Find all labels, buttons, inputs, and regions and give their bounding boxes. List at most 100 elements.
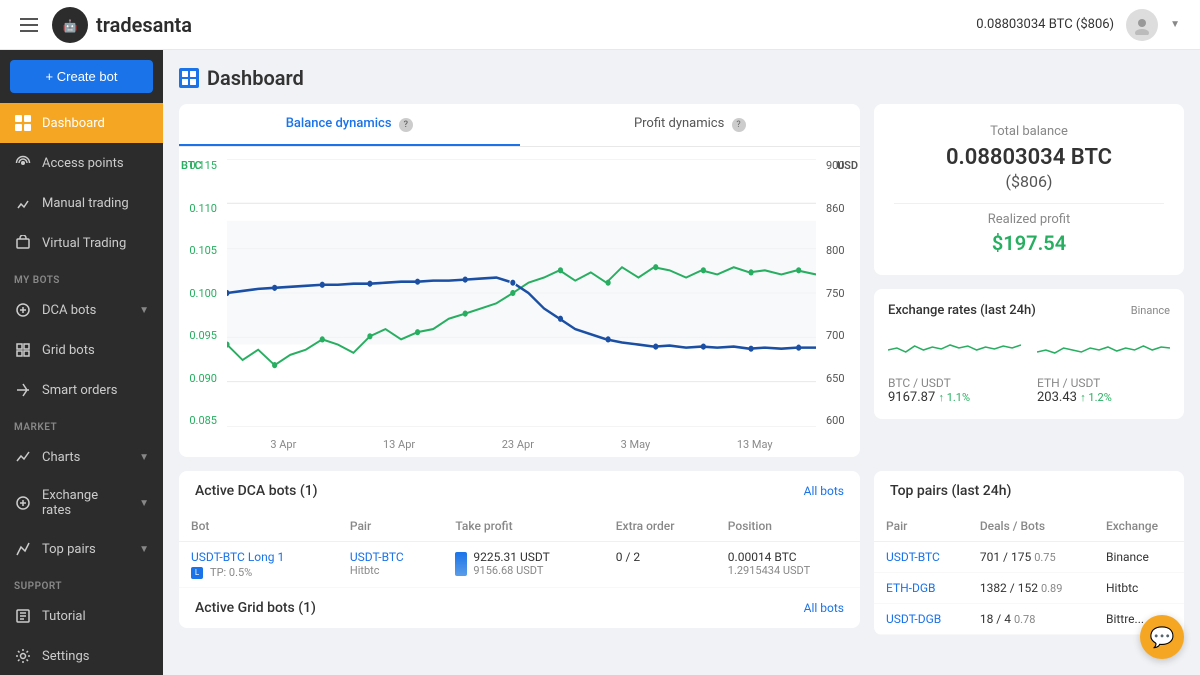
chat-bubble-button[interactable]: 💬: [1140, 615, 1184, 659]
top-pairs-title: Top pairs (last 24h): [890, 483, 1011, 499]
col-extra-order: Extra order: [604, 511, 716, 542]
active-dca-section: Active DCA bots (1) All bots Bot Pair Ta…: [179, 471, 860, 635]
realized-profit-label: Realized profit: [894, 212, 1164, 227]
dashboard-icon: [14, 114, 32, 132]
layout: + Create bot Dashboard Access points Man…: [0, 50, 1200, 675]
btc-usdt-label: BTC / USDT: [888, 376, 1021, 390]
sidebar-item-charts[interactable]: Charts ▼: [0, 437, 163, 477]
sidebar-item-access-points[interactable]: Access points: [0, 143, 163, 183]
logo-text: tradesanta: [96, 13, 192, 37]
tp-exchange-1: Binance: [1094, 542, 1184, 573]
logo: 🤖 tradesanta: [52, 7, 192, 43]
right-panel: Total balance 0.08803034 BTC ($806) Real…: [874, 104, 1184, 457]
active-dca-title: Active DCA bots (1): [195, 483, 318, 499]
top-pairs-section: Top pairs (last 24h) Pair Deals / Bots E…: [874, 471, 1184, 635]
bot-name-link[interactable]: USDT-BTC Long 1: [191, 550, 326, 564]
exchange-pairs: BTC / USDT 9167.87 ↑ 1.1% ETH / USDT: [888, 328, 1170, 405]
sidebar-item-smart-orders[interactable]: Smart orders: [0, 370, 163, 410]
top-pair-3[interactable]: USDT-DGB: [886, 612, 941, 626]
table-row: USDT-BTC Long 1 L TP: 0.5% USDT-BTC Hitb…: [179, 542, 860, 588]
balance-help-icon[interactable]: ?: [399, 118, 413, 132]
topbar-balance: 0.08803034 BTC ($806): [976, 17, 1114, 32]
exchange-rates-expand-icon: ▼: [139, 498, 149, 509]
btc-usdt-pair: BTC / USDT 9167.87 ↑ 1.1%: [888, 328, 1021, 405]
active-dca-table: Bot Pair Take profit Extra order Positio…: [179, 511, 860, 588]
support-section: SUPPORT: [0, 573, 163, 596]
user-avatar[interactable]: [1126, 9, 1158, 41]
hamburger-menu[interactable]: [20, 18, 38, 32]
topbar-left: 🤖 tradesanta: [20, 7, 192, 43]
charts-expand-icon: ▼: [139, 452, 149, 463]
col-position: Position: [716, 511, 860, 542]
chart-x-axis: 3 Apr 13 Apr 23 Apr 3 May 13 May: [227, 438, 816, 451]
total-balance-usd: ($806): [894, 172, 1164, 191]
pair-link[interactable]: USDT-BTC: [350, 550, 432, 564]
position-btc: 0.00014 BTC: [728, 550, 848, 564]
active-dca-header: Active DCA bots (1) All bots: [179, 471, 860, 511]
pair-cell: USDT-BTC Hitbtc: [338, 542, 444, 588]
top-pairs-expand-icon: ▼: [139, 544, 149, 555]
page-title-text: Dashboard: [207, 66, 304, 90]
user-chevron-icon[interactable]: ▼: [1170, 19, 1180, 30]
top-pair-2[interactable]: ETH-DGB: [886, 581, 936, 595]
active-grid-header: Active Grid bots (1) All bots: [179, 588, 860, 628]
sidebar-label-exchange-rates: Exchange rates: [42, 488, 129, 518]
dca-bots-icon: [14, 301, 32, 319]
sidebar-item-exchange-rates[interactable]: Exchange rates ▼: [0, 477, 163, 529]
sidebar-label-smart-orders: Smart orders: [42, 383, 117, 398]
chart-y-left-axis: 0.115 0.110 0.105 0.100 0.095 0.090 0.08…: [179, 159, 223, 427]
sidebar-item-settings[interactable]: Settings: [0, 636, 163, 675]
active-dca-all-link[interactable]: All bots: [804, 484, 844, 498]
tp-col-deals: Deals / Bots: [968, 511, 1094, 542]
exchange-card-title: Exchange rates (last 24h): [888, 303, 1036, 318]
settings-icon: [14, 647, 32, 665]
tp-value-2: 9156.68 USDT: [473, 564, 549, 577]
realized-profit-value: $197.54: [894, 231, 1164, 255]
chart-body: BTC USD 0.115 0.110 0.105 0.100 0.095 0.…: [179, 147, 860, 457]
active-grid-all-link[interactable]: All bots: [804, 601, 844, 615]
smart-orders-icon: [14, 381, 32, 399]
bot-tp-text: TP: 0.5%: [210, 566, 252, 579]
chart-tabs: Balance dynamics ? Profit dynamics ?: [179, 104, 860, 147]
sidebar: + Create bot Dashboard Access points Man…: [0, 50, 163, 675]
tab-profit-dynamics[interactable]: Profit dynamics ?: [520, 104, 861, 146]
exchange-card-header: Exchange rates (last 24h) Binance: [888, 303, 1170, 318]
sidebar-label-tutorial: Tutorial: [42, 609, 86, 624]
sidebar-label-settings: Settings: [42, 649, 89, 664]
active-dca-card: Active DCA bots (1) All bots Bot Pair Ta…: [179, 471, 860, 628]
topbar: 🤖 tradesanta 0.08803034 BTC ($806) ▼: [0, 0, 1200, 50]
charts-icon: [14, 448, 32, 466]
chart-y-right-axis: 900 860 800 750 700 650 600: [820, 159, 860, 427]
eth-usdt-value: 203.43 ↑ 1.2%: [1037, 390, 1170, 405]
sidebar-label-dca-bots: DCA bots: [42, 303, 96, 318]
bottom-row: Active DCA bots (1) All bots Bot Pair Ta…: [179, 471, 1184, 635]
chart-card: Balance dynamics ? Profit dynamics ? BTC…: [179, 104, 860, 457]
profit-help-icon[interactable]: ?: [732, 118, 746, 132]
sidebar-label-manual-trading: Manual trading: [42, 196, 129, 211]
sidebar-label-virtual-trading: Virtual Trading: [42, 236, 126, 251]
access-points-icon: [14, 154, 32, 172]
table-row: USDT-DGB 18 / 4 0.78 Bittre...: [874, 604, 1184, 635]
sidebar-item-dashboard[interactable]: Dashboard: [0, 103, 163, 143]
exchange-rates-card: Exchange rates (last 24h) Binance BTC / …: [874, 289, 1184, 419]
sidebar-label-access-points: Access points: [42, 156, 124, 171]
sidebar-item-dca-bots[interactable]: DCA bots ▼: [0, 290, 163, 330]
total-balance-label: Total balance: [894, 124, 1164, 139]
create-bot-button[interactable]: + Create bot: [10, 60, 153, 93]
exchange-card-source: Binance: [1131, 304, 1170, 317]
eth-usdt-label: ETH / USDT: [1037, 376, 1170, 390]
chat-icon: 💬: [1150, 625, 1175, 649]
table-row: USDT-BTC 701 / 175 0.75 Binance: [874, 542, 1184, 573]
sidebar-item-manual-trading[interactable]: Manual trading: [0, 183, 163, 223]
tab-balance-dynamics[interactable]: Balance dynamics ?: [179, 104, 520, 146]
sidebar-item-top-pairs[interactable]: Top pairs ▼: [0, 529, 163, 569]
sidebar-item-grid-bots[interactable]: Grid bots: [0, 330, 163, 370]
sidebar-item-tutorial[interactable]: Tutorial: [0, 596, 163, 636]
sidebar-item-virtual-trading[interactable]: Virtual Trading: [0, 223, 163, 263]
top-pair-1[interactable]: USDT-BTC: [886, 550, 940, 564]
eth-usdt-pair: ETH / USDT 203.43 ↑ 1.2%: [1037, 328, 1170, 405]
sidebar-label-grid-bots: Grid bots: [42, 343, 95, 358]
take-profit-cell: 9225.31 USDT 9156.68 USDT: [443, 542, 603, 588]
dashboard-title-icon: [179, 68, 199, 88]
virtual-trading-icon: [14, 234, 32, 252]
